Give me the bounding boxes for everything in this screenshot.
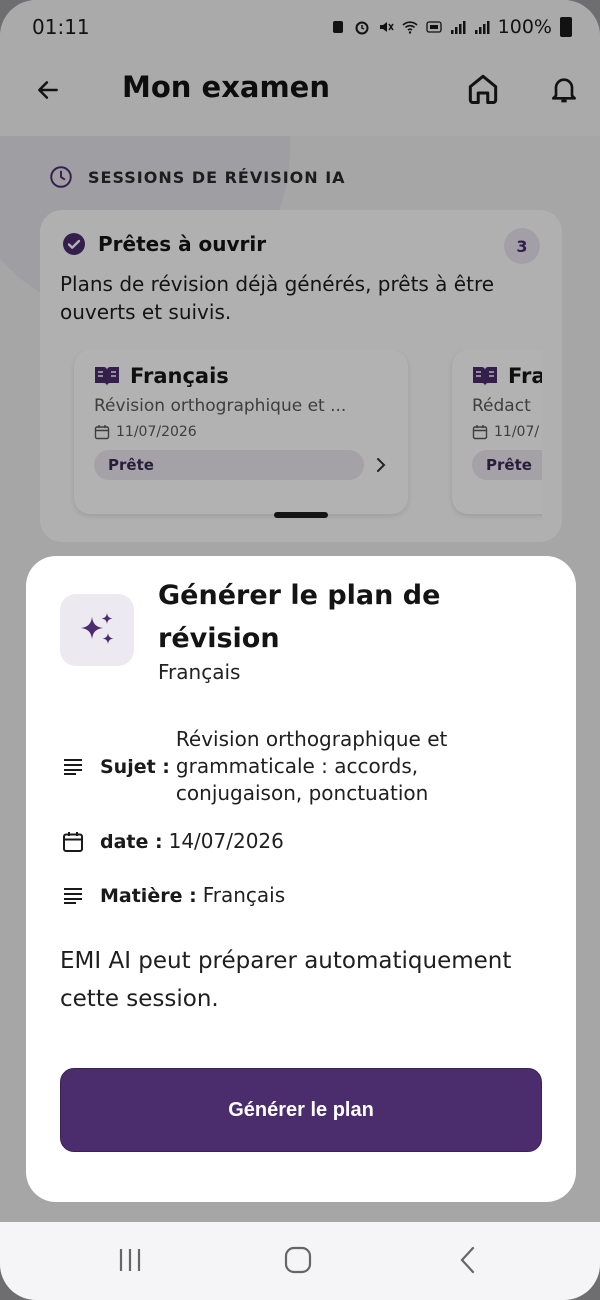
matter-label: Matière : bbox=[100, 884, 197, 907]
subject-value: Révision orthographique et grammaticale … bbox=[175, 727, 448, 805]
matter-value: Français bbox=[202, 883, 286, 907]
generate-plan-button[interactable]: Générer le plan bbox=[60, 1068, 542, 1152]
matter-row: Matière : Français bbox=[60, 882, 285, 909]
subject-row: Sujet : Révision orthographique et gramm… bbox=[60, 726, 506, 807]
sheet-subtitle: Français bbox=[158, 660, 241, 684]
date-row: date : 14/07/2026 bbox=[60, 828, 284, 855]
home-nav-button[interactable] bbox=[276, 1240, 320, 1280]
chevron-left-icon bbox=[460, 1246, 475, 1274]
generate-plan-sheet: Générer le plan de révision Français Suj… bbox=[26, 556, 576, 1202]
sheet-title: Générer le plan de révision bbox=[158, 580, 441, 654]
calendar-icon bbox=[60, 829, 86, 855]
date-label: date : bbox=[100, 830, 163, 853]
home-circle-icon bbox=[284, 1246, 312, 1274]
system-nav-bar bbox=[0, 1222, 600, 1300]
back-nav-button[interactable] bbox=[446, 1240, 490, 1280]
notes-icon bbox=[60, 754, 86, 780]
sheet-description: EMI AI peut préparer automatiquement cet… bbox=[60, 948, 512, 1012]
date-value: 14/07/2026 bbox=[168, 829, 284, 853]
recents-icon bbox=[119, 1249, 141, 1271]
sparkle-badge bbox=[60, 594, 134, 666]
recents-button[interactable] bbox=[108, 1240, 152, 1280]
subject-label: Sujet : bbox=[100, 755, 170, 778]
phone-screen: 01:11 100% Mon examen SESSIONS DE RÉVISI… bbox=[0, 0, 600, 1300]
sparkles-icon bbox=[81, 613, 114, 644]
notes-icon bbox=[60, 883, 86, 909]
